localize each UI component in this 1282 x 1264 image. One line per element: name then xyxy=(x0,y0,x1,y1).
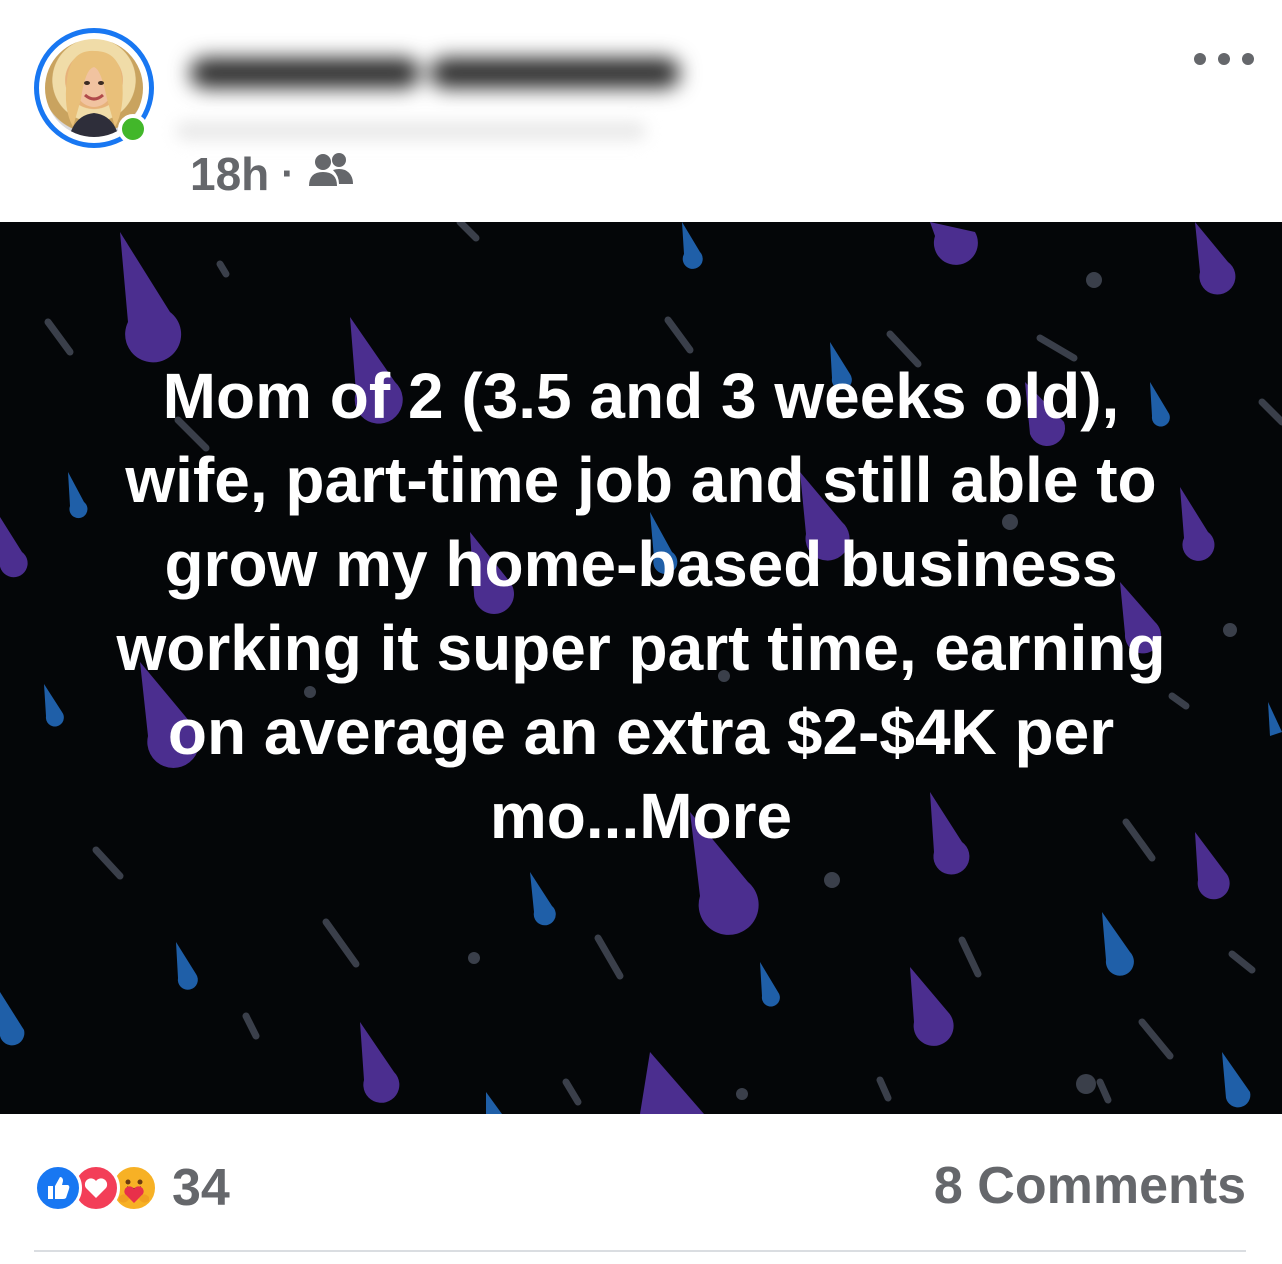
post-background[interactable]: Mom of 2 (3.5 and 3 weeks old), wife, pa… xyxy=(0,222,1282,1114)
meta-separator: · xyxy=(281,151,295,196)
more-dot xyxy=(1194,53,1206,65)
see-more-link[interactable]: More xyxy=(639,780,792,852)
more-dot xyxy=(1218,53,1230,65)
more-options-icon[interactable] xyxy=(1194,44,1254,74)
author-name-blurred[interactable] xyxy=(180,40,700,104)
post-time[interactable]: 18h xyxy=(190,147,269,201)
post-footer: 34 8 Comments xyxy=(34,1150,1246,1222)
footer-divider xyxy=(34,1250,1246,1252)
online-status-dot xyxy=(118,114,148,144)
blurred-subline xyxy=(176,122,646,140)
post-body-text: Mom of 2 (3.5 and 3 weeks old), wife, pa… xyxy=(116,360,1166,852)
blurred-name-part xyxy=(430,58,680,88)
reaction-count[interactable]: 34 xyxy=(172,1158,230,1218)
post-meta: 18h · xyxy=(190,148,355,200)
reactions-summary[interactable]: 34 xyxy=(34,1158,230,1218)
comments-count-link[interactable]: 8 Comments xyxy=(934,1156,1246,1216)
more-dot xyxy=(1242,53,1254,65)
blurred-name-part xyxy=(190,58,420,88)
friends-icon[interactable] xyxy=(307,147,355,201)
like-icon xyxy=(34,1164,82,1212)
post-text: Mom of 2 (3.5 and 3 weeks old), wife, pa… xyxy=(110,354,1172,858)
